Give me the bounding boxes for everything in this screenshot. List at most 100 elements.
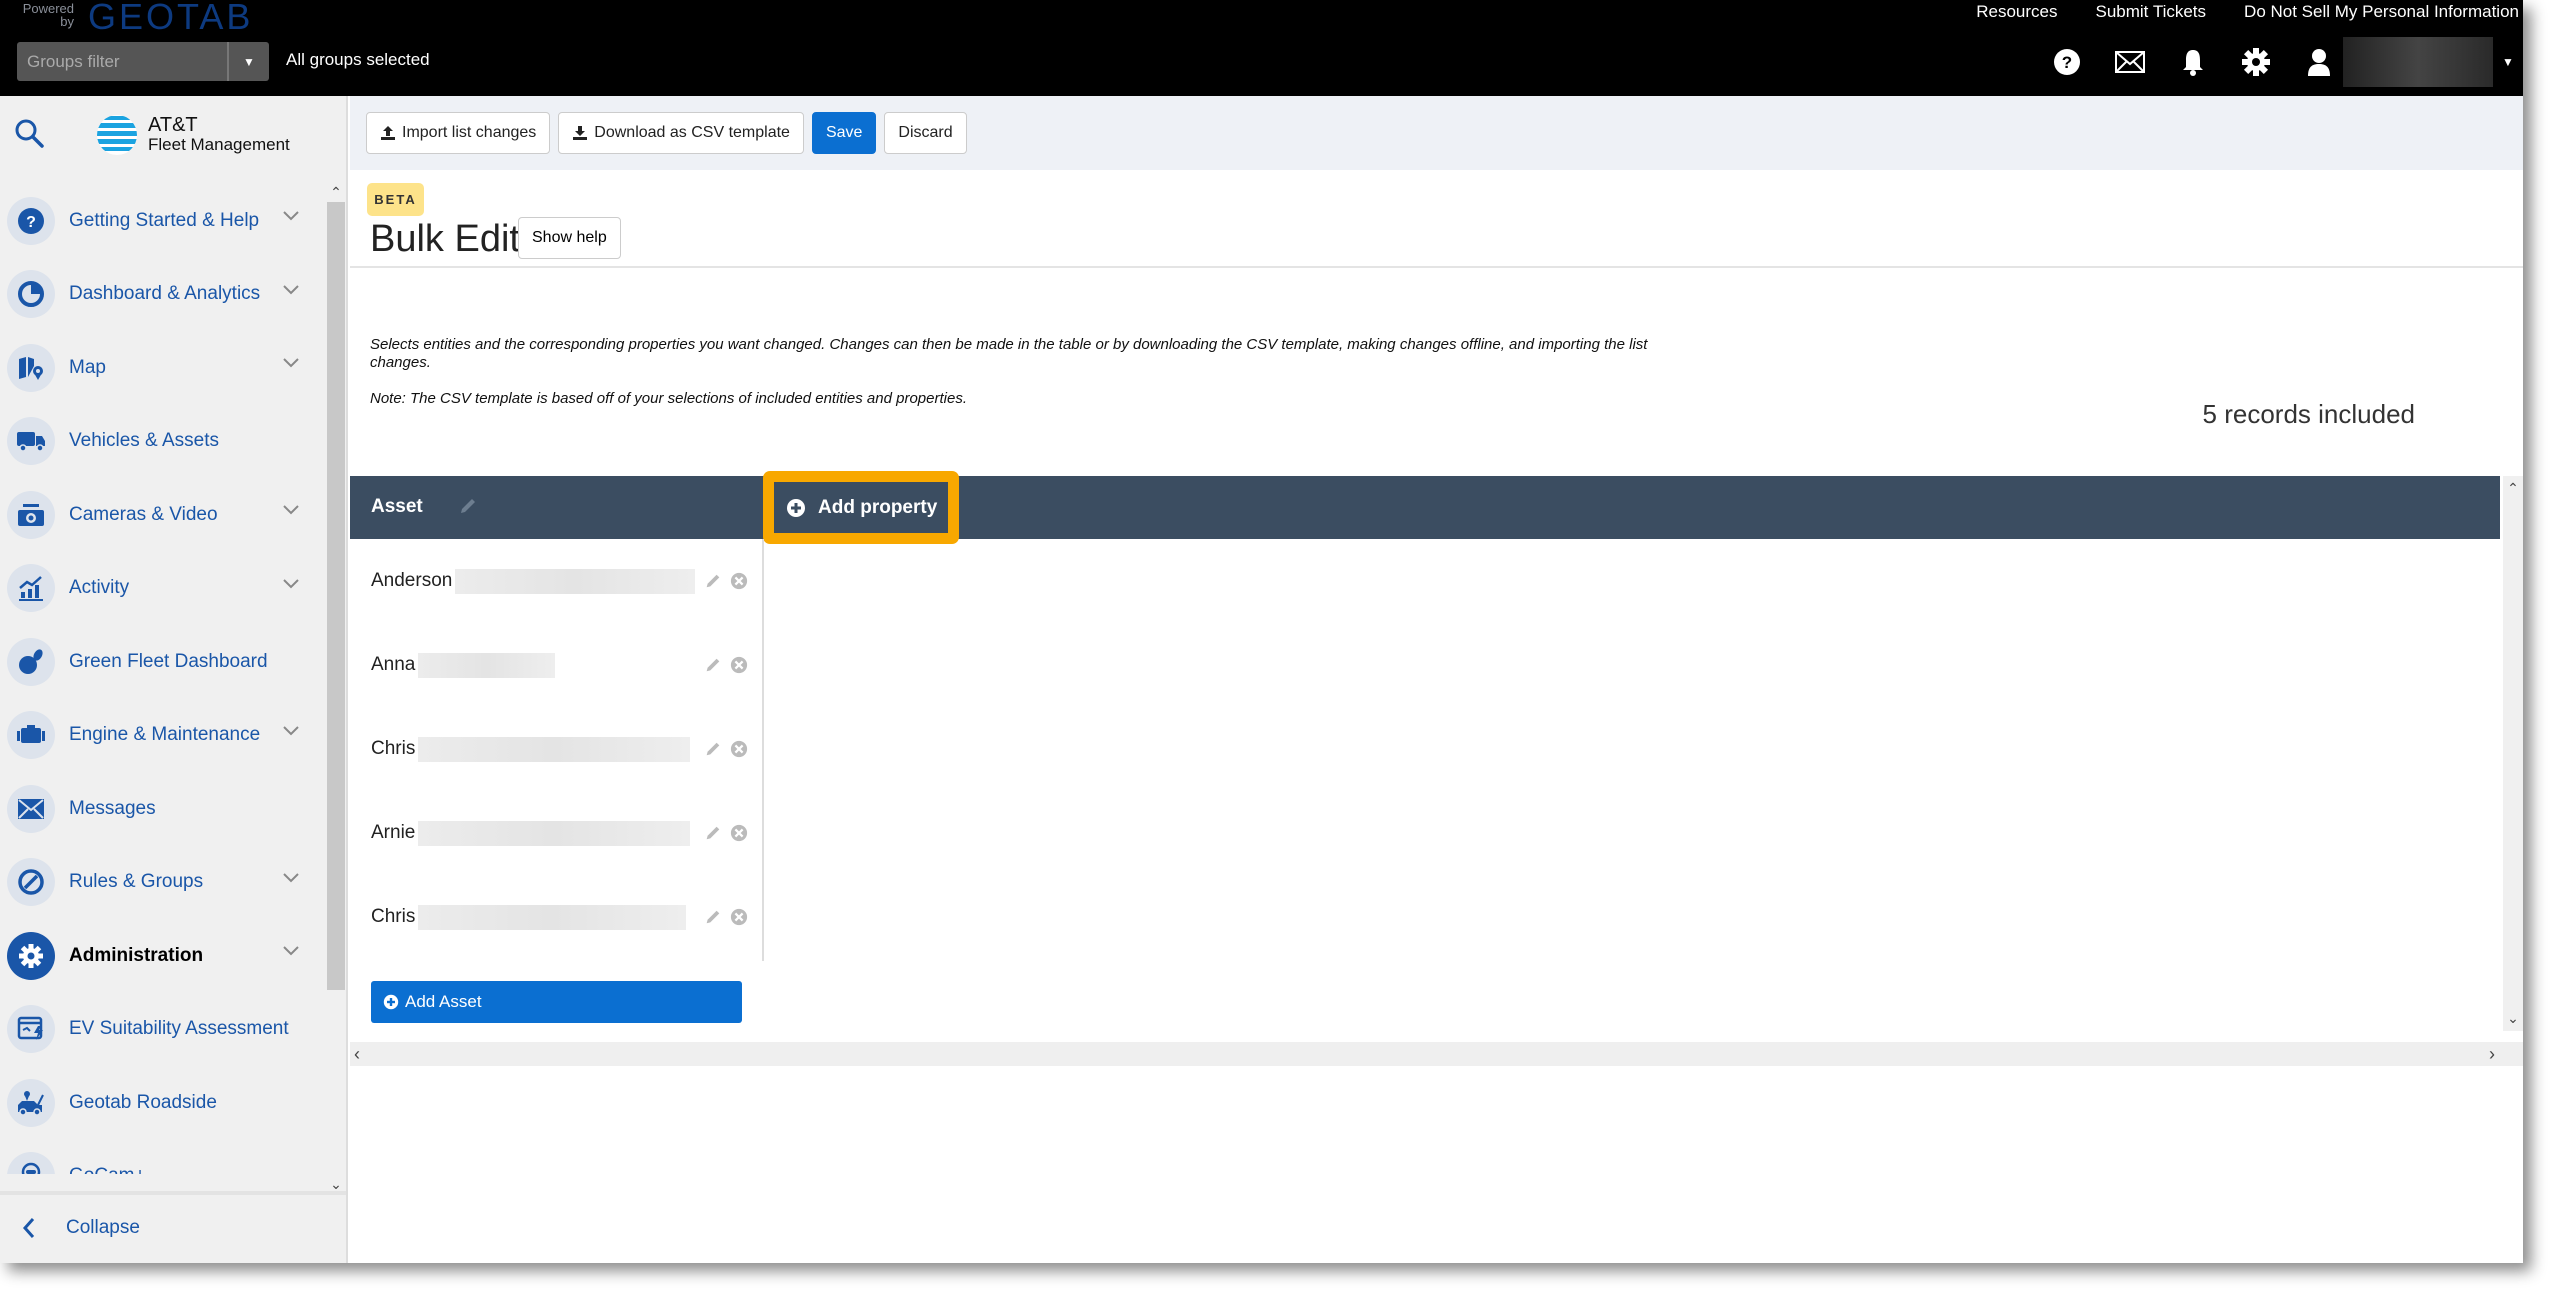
chevron-down-icon bbox=[283, 725, 299, 735]
sidebar-item-label: GoCam+ bbox=[69, 1165, 146, 1174]
download-csv-button[interactable]: Download as CSV template bbox=[558, 112, 804, 154]
pencil-icon[interactable] bbox=[458, 496, 478, 516]
sidebar-item-green-fleet[interactable]: Green Fleet Dashboard bbox=[0, 625, 326, 699]
groups-filter-dropdown-button[interactable]: ▼ bbox=[229, 42, 269, 81]
help-icon: ? bbox=[2054, 49, 2080, 75]
title-area bbox=[350, 170, 2523, 268]
sidebar-item-dashboard[interactable]: Dashboard & Analytics bbox=[0, 258, 326, 332]
rules-icon bbox=[18, 869, 44, 895]
sidebar: AT&T Fleet Management ? Getting Started … bbox=[0, 96, 348, 1263]
activity-chart-icon bbox=[19, 576, 43, 602]
add-property-label: Add property bbox=[818, 496, 938, 518]
sidebar-item-rules[interactable]: Rules & Groups bbox=[0, 846, 326, 920]
add-property-button[interactable]: Add property bbox=[774, 482, 948, 533]
import-label: Import list changes bbox=[402, 124, 537, 141]
import-list-changes-button[interactable]: Import list changes bbox=[366, 112, 551, 154]
sidebar-scroll-thumb[interactable] bbox=[327, 202, 345, 990]
top-bar: Powered by GEOTAB Resources Submit Ticke… bbox=[0, 0, 2523, 96]
redacted-text bbox=[418, 820, 691, 846]
sidebar-item-label: EV Suitability Assessment bbox=[69, 1018, 289, 1040]
remove-circle-icon[interactable] bbox=[730, 740, 748, 758]
submit-tickets-link[interactable]: Submit Tickets bbox=[2096, 2, 2207, 22]
resources-link[interactable]: Resources bbox=[1976, 2, 2057, 22]
sidebar-item-label: Rules & Groups bbox=[69, 871, 204, 893]
beta-badge: BETA bbox=[367, 183, 424, 216]
app-window: Powered by GEOTAB Resources Submit Ticke… bbox=[0, 0, 2523, 1263]
sidebar-item-vehicles[interactable]: Vehicles & Assets bbox=[0, 405, 326, 479]
truck-icon bbox=[17, 432, 45, 452]
collapse-button[interactable]: Collapse bbox=[0, 1191, 346, 1261]
user-menu-caret-icon[interactable]: ▼ bbox=[2493, 55, 2523, 69]
user-button[interactable] bbox=[2301, 44, 2337, 80]
pencil-icon[interactable] bbox=[704, 656, 722, 674]
show-help-button[interactable]: Show help bbox=[518, 217, 621, 259]
sidebar-item-roadside[interactable]: Geotab Roadside bbox=[0, 1066, 326, 1140]
scroll-up-icon[interactable]: ⌃ bbox=[2503, 480, 2523, 497]
sidebar-item-activity[interactable]: Activity bbox=[0, 552, 326, 626]
user-name-redacted[interactable] bbox=[2343, 37, 2493, 87]
page-title: Bulk Edit bbox=[370, 218, 520, 260]
sidebar-item-messages[interactable]: Messages bbox=[0, 772, 326, 846]
logo-line2: Fleet Management bbox=[148, 135, 290, 154]
remove-circle-icon[interactable] bbox=[730, 908, 748, 926]
header-actions: ? ▼ bbox=[2022, 36, 2523, 88]
asset-name: Chris bbox=[371, 906, 416, 927]
sidebar-item-getting-started[interactable]: ? Getting Started & Help bbox=[0, 184, 326, 258]
scroll-down-icon[interactable]: ⌄ bbox=[2503, 1010, 2523, 1027]
bell-icon bbox=[2183, 50, 2203, 76]
ev-icon bbox=[17, 1017, 43, 1041]
nav-menu: ? Getting Started & Help Dashboard & Ana… bbox=[0, 184, 326, 1174]
remove-circle-icon[interactable] bbox=[730, 572, 748, 590]
sidebar-item-ev-suitability[interactable]: EV Suitability Assessment bbox=[0, 993, 326, 1067]
save-button[interactable]: Save bbox=[811, 112, 877, 154]
remove-circle-icon[interactable] bbox=[730, 656, 748, 674]
toolbar: Import list changes Download as CSV temp… bbox=[350, 96, 2523, 170]
sidebar-item-label: Cameras & Video bbox=[69, 503, 218, 525]
grid-vertical-scrollbar[interactable]: ⌃ ⌄ bbox=[2503, 476, 2523, 1031]
sidebar-item-gocam[interactable]: GoCam+ bbox=[0, 1140, 326, 1174]
help-button[interactable]: ? bbox=[2049, 44, 2085, 80]
att-globe-icon bbox=[97, 115, 137, 155]
page-note: Note: The CSV template is based off of y… bbox=[370, 390, 967, 407]
discard-button[interactable]: Discard bbox=[884, 112, 967, 154]
settings-button[interactable] bbox=[2238, 44, 2274, 80]
remove-circle-icon[interactable] bbox=[730, 824, 748, 842]
table-row: Anna bbox=[350, 623, 762, 707]
records-count: 5 records included bbox=[2202, 399, 2415, 429]
sidebar-item-engine[interactable]: Engine & Maintenance bbox=[0, 699, 326, 773]
sidebar-item-administration[interactable]: Administration bbox=[0, 919, 326, 993]
chevron-down-icon bbox=[283, 946, 299, 956]
messages-button[interactable] bbox=[2112, 44, 2148, 80]
pencil-icon[interactable] bbox=[704, 908, 722, 926]
chevron-down-icon bbox=[283, 358, 299, 368]
scroll-left-icon[interactable]: ‹ bbox=[354, 1044, 360, 1065]
groups-filter[interactable]: Groups filter ▼ bbox=[17, 42, 269, 81]
sidebar-scrollbar[interactable]: ⌃ ⌄ bbox=[326, 184, 346, 1194]
caret-down-icon: ▼ bbox=[243, 54, 255, 69]
att-logo[interactable]: AT&T Fleet Management bbox=[96, 114, 290, 156]
plus-circle-icon bbox=[383, 994, 399, 1010]
redacted-text bbox=[418, 904, 687, 930]
search-icon bbox=[15, 119, 44, 148]
search-button[interactable] bbox=[14, 118, 44, 153]
table-row: Arnie bbox=[350, 791, 762, 875]
pencil-icon[interactable] bbox=[704, 824, 722, 842]
add-asset-button[interactable]: Add Asset bbox=[371, 981, 742, 1023]
grid-horizontal-scrollbar[interactable]: ‹ › bbox=[350, 1042, 2523, 1066]
sidebar-item-label: Activity bbox=[69, 577, 130, 599]
top-links: Resources Submit Tickets Do Not Sell My … bbox=[1976, 2, 2519, 22]
pencil-icon[interactable] bbox=[704, 572, 722, 590]
groups-filter-input[interactable]: Groups filter bbox=[17, 42, 229, 81]
upload-icon bbox=[381, 126, 395, 140]
chevron-down-icon bbox=[283, 578, 299, 588]
bulk-edit-grid: Asset Add property Anderson Anna Chris A… bbox=[350, 471, 2500, 1031]
scroll-right-icon[interactable]: › bbox=[2489, 1044, 2495, 1065]
redacted-text bbox=[455, 568, 696, 594]
sidebar-item-map[interactable]: Map bbox=[0, 331, 326, 405]
pencil-icon[interactable] bbox=[704, 740, 722, 758]
notifications-button[interactable] bbox=[2175, 44, 2211, 80]
do-not-sell-link[interactable]: Do Not Sell My Personal Information bbox=[2244, 2, 2519, 22]
scroll-up-icon[interactable]: ⌃ bbox=[326, 184, 346, 202]
sidebar-item-label: Map bbox=[69, 356, 106, 378]
sidebar-item-cameras[interactable]: Cameras & Video bbox=[0, 478, 326, 552]
